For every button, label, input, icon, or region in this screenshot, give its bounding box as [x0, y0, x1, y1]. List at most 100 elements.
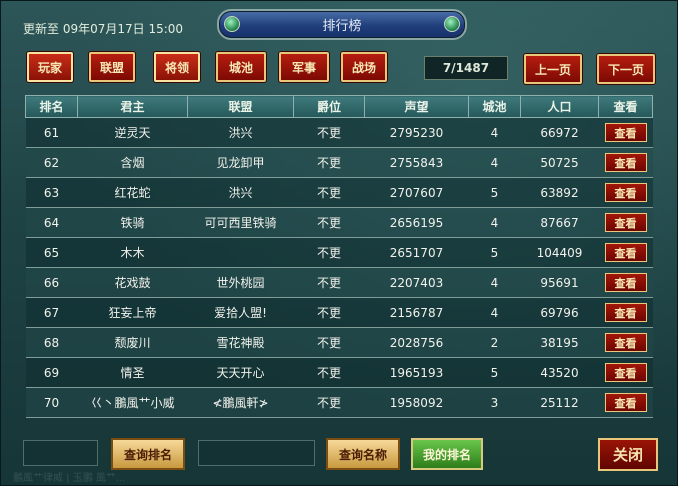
view-button[interactable]: 查看 — [604, 273, 647, 292]
lord-cell: 红花蛇 — [77, 177, 188, 208]
right-gem-icon — [444, 16, 460, 32]
alliance-cell: 洪兴 — [187, 117, 294, 148]
view-cell: 查看 — [598, 177, 653, 208]
cities-cell: 3 — [468, 387, 521, 418]
col-rank-header: 排名 — [25, 95, 78, 118]
query-name-button[interactable]: 查询名称 — [326, 438, 400, 470]
title-cell: 不更 — [293, 387, 365, 418]
ranking-table: 排名 君主 联盟 爵位 声望 城池 人口 查看 61 逆灵天 洪兴 不更 279… — [25, 95, 653, 418]
view-button[interactable]: 查看 — [604, 213, 647, 232]
title-cell: 不更 — [293, 147, 365, 178]
rank-cell: 62 — [25, 147, 78, 178]
alliance-cell: ≮鵬風軒≯ — [187, 387, 294, 418]
alliance-cell — [187, 237, 294, 268]
rank-cell: 61 — [25, 117, 78, 148]
background-text: 鵬風艹律威 | 玉鵬 風艹... — [13, 473, 126, 484]
rank-search-input[interactable] — [23, 440, 98, 466]
rank-cell: 69 — [25, 357, 78, 388]
lord-cell: 情圣 — [77, 357, 188, 388]
rank-cell: 67 — [25, 297, 78, 328]
col-cities-header: 城池 — [468, 95, 521, 118]
prestige-cell: 1965193 — [364, 357, 469, 388]
title-cell: 不更 — [293, 357, 365, 388]
cities-cell: 5 — [468, 357, 521, 388]
population-cell: 104409 — [520, 237, 599, 268]
table-row: 65 木木 不更 2651707 5 104409 查看 — [25, 237, 653, 268]
view-button[interactable]: 查看 — [604, 393, 647, 412]
alliance-cell: 雪花神殿 — [187, 327, 294, 358]
view-cell: 查看 — [598, 357, 653, 388]
title-cell: 不更 — [293, 177, 365, 208]
tab-military[interactable]: 军事 — [279, 52, 329, 82]
tab-battlefield[interactable]: 战场 — [341, 52, 387, 82]
lord-cell: 狂妄上帝 — [77, 297, 188, 328]
title-cell: 不更 — [293, 237, 365, 268]
prestige-cell: 2795230 — [364, 117, 469, 148]
cities-cell: 5 — [468, 177, 521, 208]
rank-cell: 66 — [25, 267, 78, 298]
col-title-header: 爵位 — [293, 95, 365, 118]
cities-cell: 4 — [468, 147, 521, 178]
tab-players[interactable]: 玩家 — [27, 52, 73, 82]
prev-page-button[interactable]: 上一页 — [524, 54, 582, 84]
tab-cities[interactable]: 城池 — [216, 52, 266, 82]
population-cell: 25112 — [520, 387, 599, 418]
update-time: 更新至 09年07月17日 15:00 — [23, 22, 184, 36]
prestige-cell: 2656195 — [364, 207, 469, 238]
tab-generals[interactable]: 将领 — [154, 52, 200, 82]
query-rank-button[interactable]: 查询排名 — [111, 438, 185, 470]
table-row: 61 逆灵天 洪兴 不更 2795230 4 66972 查看 — [25, 117, 653, 148]
view-cell: 查看 — [598, 117, 653, 148]
view-cell: 查看 — [598, 297, 653, 328]
alliance-cell: 洪兴 — [187, 177, 294, 208]
col-view-header: 查看 — [598, 95, 653, 118]
col-alliance-header: 联盟 — [187, 95, 294, 118]
lord-cell: 木木 — [77, 237, 188, 268]
view-button[interactable]: 查看 — [604, 333, 647, 352]
lord-cell: 含烟 — [77, 147, 188, 178]
title-cell: 不更 — [293, 267, 365, 298]
view-button[interactable]: 查看 — [604, 183, 647, 202]
name-search-input[interactable] — [198, 440, 315, 466]
alliance-cell: 世外桃园 — [187, 267, 294, 298]
view-button[interactable]: 查看 — [604, 153, 647, 172]
alliance-cell: 可可西里铁骑 — [187, 207, 294, 238]
title-bar: 排行榜 — [217, 9, 467, 40]
col-lord-header: 君主 — [77, 95, 188, 118]
view-button[interactable]: 查看 — [604, 123, 647, 142]
population-cell: 50725 — [520, 147, 599, 178]
view-cell: 查看 — [598, 237, 653, 268]
lord-cell: 花戏鼓 — [77, 267, 188, 298]
prestige-cell: 2755843 — [364, 147, 469, 178]
view-button[interactable]: 查看 — [604, 363, 647, 382]
prestige-cell: 2651707 — [364, 237, 469, 268]
view-button[interactable]: 查看 — [604, 243, 647, 262]
population-cell: 66972 — [520, 117, 599, 148]
lord-cell: 铁骑 — [77, 207, 188, 238]
rank-cell: 68 — [25, 327, 78, 358]
view-cell: 查看 — [598, 387, 653, 418]
alliance-cell: 天天开心 — [187, 357, 294, 388]
cities-cell: 4 — [468, 207, 521, 238]
rank-cell: 64 — [25, 207, 78, 238]
lord-cell: 逆灵天 — [77, 117, 188, 148]
view-button[interactable]: 查看 — [604, 303, 647, 322]
rank-cell: 63 — [25, 177, 78, 208]
view-cell: 查看 — [598, 267, 653, 298]
close-button[interactable]: 关闭 — [598, 438, 658, 471]
cities-cell: 4 — [468, 267, 521, 298]
tab-alliances[interactable]: 联盟 — [89, 52, 135, 82]
lord-cell: 巜丶鵬風艹小威 — [77, 387, 188, 418]
population-cell: 43520 — [520, 357, 599, 388]
population-cell: 63892 — [520, 177, 599, 208]
table-row: 68 颓废川 雪花神殿 不更 2028756 2 38195 查看 — [25, 327, 653, 358]
population-cell: 38195 — [520, 327, 599, 358]
alliance-cell: 见龙卸甲 — [187, 147, 294, 178]
next-page-button[interactable]: 下一页 — [597, 54, 655, 84]
table-row: 67 狂妄上帝 爱拾人盟! 不更 2156787 4 69796 查看 — [25, 297, 653, 328]
title-cell: 不更 — [293, 327, 365, 358]
prestige-cell: 2028756 — [364, 327, 469, 358]
my-rank-button[interactable]: 我的排名 — [411, 438, 483, 470]
table-row: 69 情圣 天天开心 不更 1965193 5 43520 查看 — [25, 357, 653, 388]
cities-cell: 4 — [468, 297, 521, 328]
